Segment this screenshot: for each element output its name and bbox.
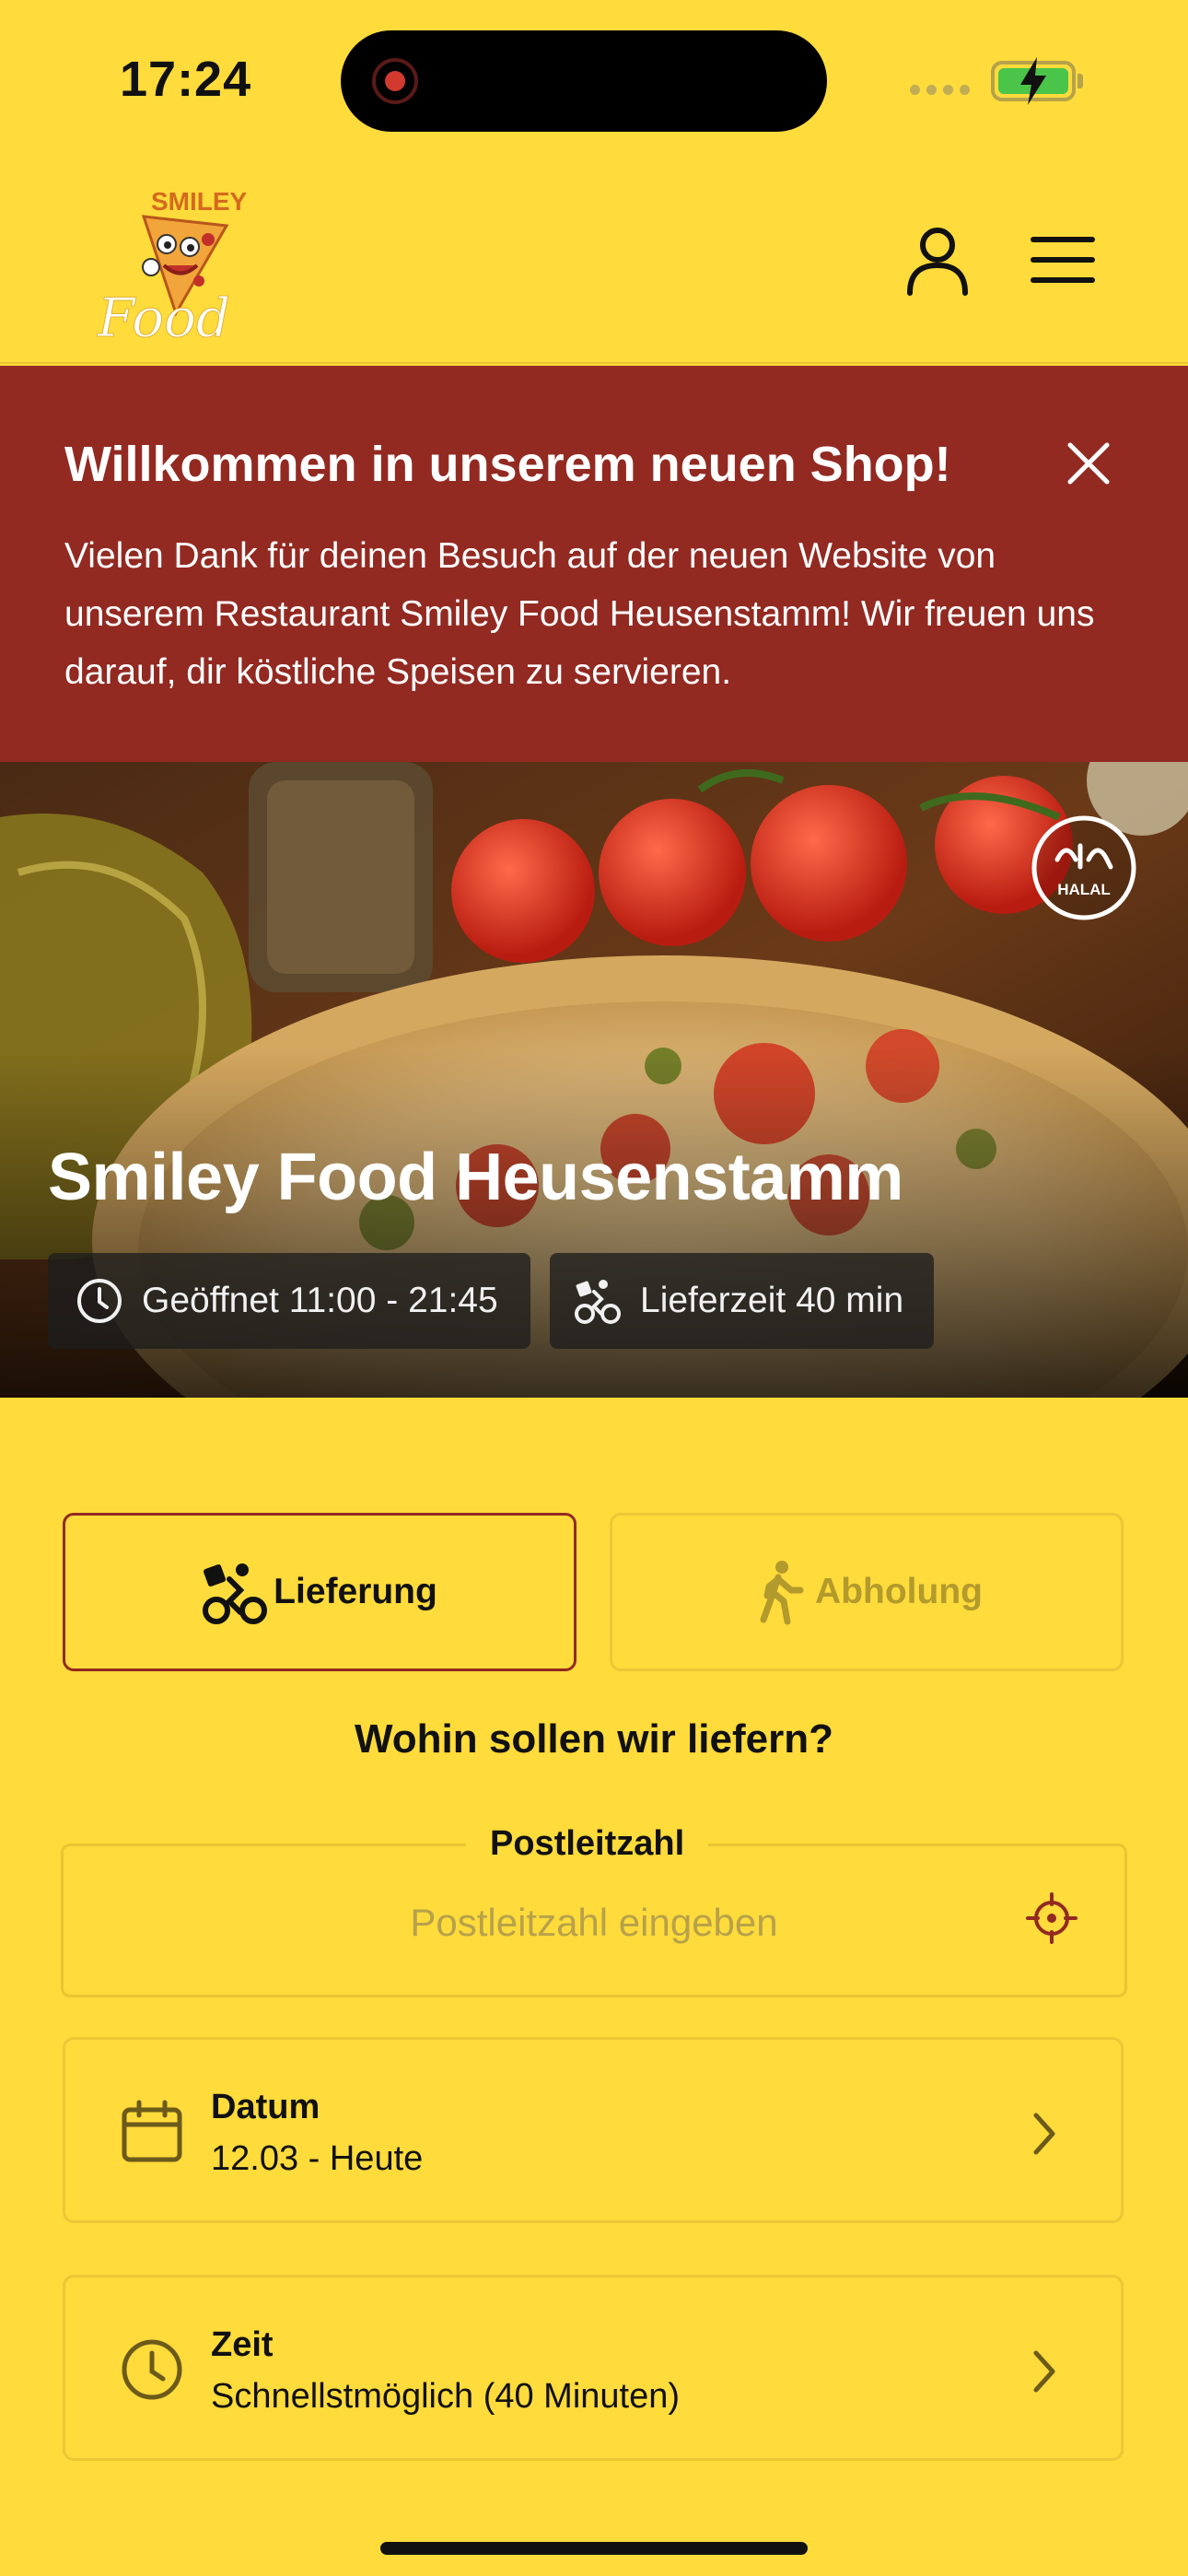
recording-icon: [372, 58, 418, 104]
delivery-time-chip: Lieferzeit 40 min: [550, 1253, 934, 1349]
status-time: 17:24: [120, 52, 252, 107]
svg-text:HALAL: HALAL: [1057, 881, 1111, 898]
postal-code-input[interactable]: [61, 1881, 1127, 1964]
signal-icon: [910, 85, 970, 95]
pickup-mode-label: Abholung: [815, 1572, 983, 1611]
delivery-bike-icon: [203, 1563, 268, 1624]
status-bar: 17:24: [0, 0, 1188, 157]
dynamic-island: [341, 30, 827, 132]
time-selector[interactable]: Zeit Schnellstmöglich (40 Minuten): [63, 2275, 1124, 2461]
banner-title: Willkommen in unserem neuen Shop!: [64, 437, 951, 492]
halal-badge-icon: HALAL: [1031, 815, 1136, 920]
date-value: 12.03 - Heute: [211, 2139, 424, 2178]
chevron-right-icon: [1033, 2350, 1055, 2393]
pickup-mode-button[interactable]: Abholung: [610, 1513, 1124, 1671]
date-title: Datum: [211, 2088, 320, 2126]
app-header: SMILEY Food: [0, 157, 1188, 364]
restaurant-name: Smiley Food Heusenstamm: [48, 1141, 903, 1214]
delivery-mode-button[interactable]: Lieferung: [63, 1513, 577, 1671]
delivery-time-text: Lieferzeit 40 min: [640, 1281, 904, 1320]
account-icon[interactable]: [901, 223, 974, 297]
delivery-mode-label: Lieferung: [274, 1572, 437, 1611]
delivery-bike-icon: [575, 1280, 621, 1324]
hamburger-menu-icon[interactable]: [1026, 223, 1100, 297]
clock-icon: [77, 1279, 122, 1323]
locate-crosshair-icon[interactable]: [1026, 1892, 1077, 1944]
opening-hours-text: Geöffnet 11:00 - 21:45: [142, 1281, 498, 1320]
calendar-icon: [122, 2100, 182, 2162]
close-icon[interactable]: [1061, 436, 1116, 491]
home-indicator[interactable]: [380, 2542, 808, 2555]
svg-text:Food: Food: [97, 287, 230, 345]
hero-image: HALAL Smiley Food Heusenstamm Geöffnet 1…: [0, 762, 1188, 1398]
banner-text: Vielen Dank für deinen Besuch auf der ne…: [64, 536, 1095, 692]
time-title: Zeit: [211, 2325, 274, 2364]
walking-person-icon: [760, 1561, 804, 1625]
chevron-right-icon: [1033, 2113, 1055, 2155]
page: 17:24 SMILEY Food Willkommen in unserem …: [0, 0, 1188, 2576]
clock-icon: [122, 2339, 182, 2400]
date-selector[interactable]: Datum 12.03 - Heute: [63, 2037, 1124, 2223]
restaurant-logo[interactable]: SMILEY Food: [88, 175, 263, 345]
time-value: Schnellstmöglich (40 Minuten): [211, 2377, 681, 2416]
postal-code-label: Postleitzahl: [466, 1824, 709, 1864]
welcome-banner: Willkommen in unserem neuen Shop! Vielen…: [0, 366, 1188, 762]
opening-hours-chip: Geöffnet 11:00 - 21:45: [48, 1253, 530, 1349]
svg-text:SMILEY: SMILEY: [151, 187, 248, 216]
charging-bolt-icon: [1020, 57, 1046, 105]
delivery-question: Wohin sollen wir liefern?: [355, 1716, 833, 1762]
